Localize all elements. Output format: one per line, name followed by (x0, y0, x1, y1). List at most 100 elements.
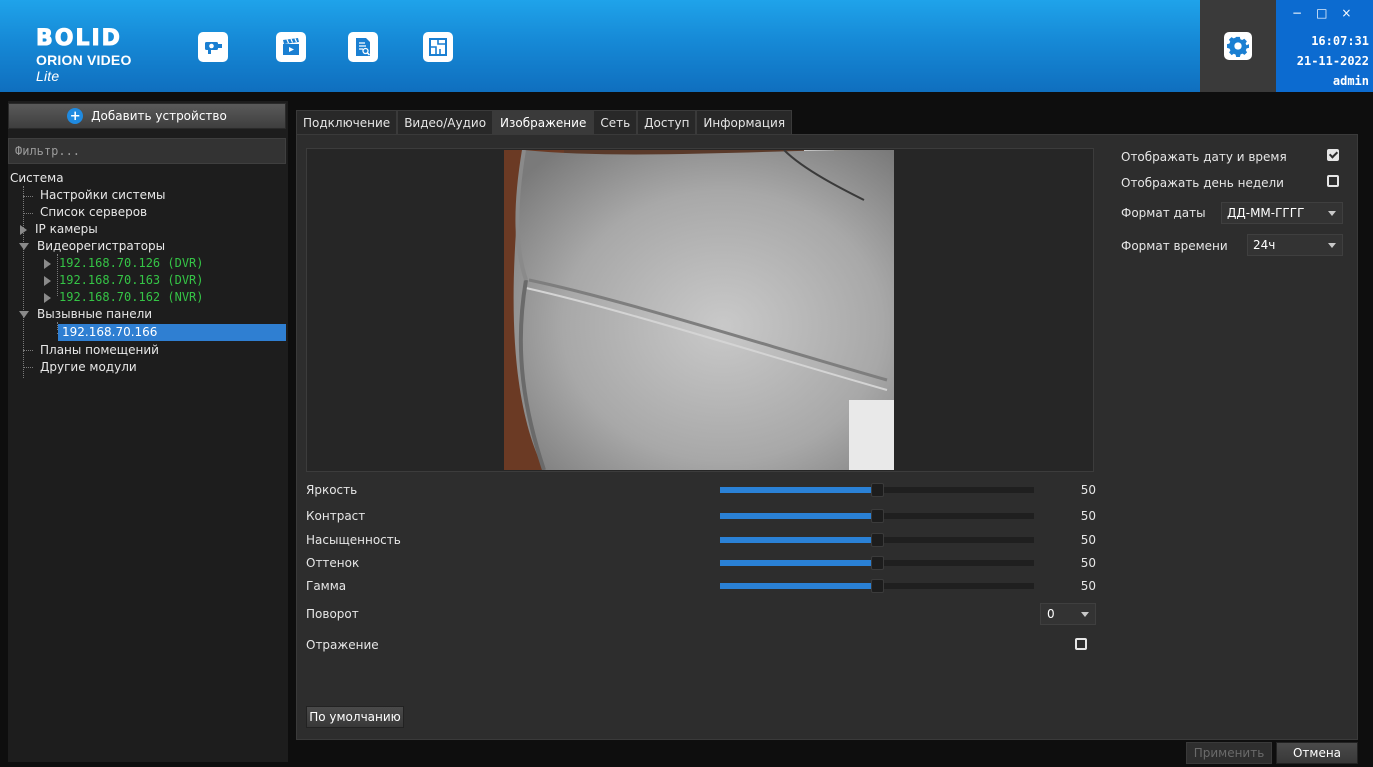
contrast-value: 50 (1080, 509, 1096, 523)
gamma-row: Гамма 50 (306, 579, 1096, 595)
chevron-down-icon (1328, 243, 1336, 248)
contrast-row: Контраст 50 (306, 509, 1096, 525)
show-weekday-checkbox[interactable] (1327, 175, 1339, 187)
brand-logo: BOLID ORION VIDEO Lite (36, 25, 154, 84)
mirror-checkbox[interactable] (1075, 638, 1087, 650)
reports-button[interactable] (348, 32, 378, 62)
tree-item-other-modules[interactable]: Другие модули (40, 359, 137, 376)
date-format-select[interactable]: ДД-ММ-ГГГГ (1221, 202, 1343, 224)
rotation-label: Поворот (306, 607, 359, 621)
tree-guide-line (23, 196, 33, 197)
mirror-label: Отражение (306, 638, 379, 652)
slider-handle[interactable] (871, 579, 884, 593)
tree-item-system[interactable]: Система (10, 170, 64, 187)
tree-item-dvr[interactable]: 192.168.70.126 (DVR) (44, 255, 204, 272)
tab-image[interactable]: Изображение (493, 110, 594, 134)
time-format-value: 24ч (1253, 238, 1276, 252)
hue-row: Оттенок 50 (306, 556, 1096, 572)
hue-slider[interactable] (720, 556, 1034, 570)
contrast-slider[interactable] (720, 509, 1034, 523)
maximize-button[interactable]: □ (1316, 6, 1327, 20)
clock-panel: − □ × 16:07:31 21-11-2022 admin (1276, 0, 1373, 92)
tree-item-dvrs[interactable]: Видеорегистраторы (19, 238, 165, 255)
slider-handle[interactable] (871, 533, 884, 547)
tree-guide-line (23, 367, 33, 368)
rotation-select[interactable]: 0 (1040, 603, 1096, 625)
floor-plans-button[interactable] (423, 32, 453, 62)
hue-value: 50 (1080, 556, 1096, 570)
filter-input[interactable]: Фильтр... (8, 138, 286, 164)
settings-tabs: Подключение Видео/Аудио Изображение Сеть… (296, 110, 793, 134)
gamma-label: Гамма (306, 579, 347, 593)
tab-video-audio[interactable]: Видео/Аудио (397, 110, 494, 134)
add-device-label: Добавить устройство (91, 109, 227, 123)
saturation-slider[interactable] (720, 533, 1034, 547)
tab-connection[interactable]: Подключение (296, 110, 398, 134)
time-format-select[interactable]: 24ч (1247, 234, 1343, 256)
tree-item-ip-cameras[interactable]: IP камеры (20, 221, 98, 238)
contrast-label: Контраст (306, 509, 366, 523)
video-clip-icon (283, 38, 299, 55)
close-button[interactable]: × (1341, 6, 1351, 20)
tab-information[interactable]: Информация (696, 110, 793, 134)
tree-item-call-panel-selected[interactable]: 192.168.70.166 (58, 324, 286, 341)
tree-item-floor-plans[interactable]: Планы помещений (40, 342, 159, 359)
date-format-label: Формат даты (1121, 206, 1206, 220)
add-device-button[interactable]: + Добавить устройство (8, 103, 286, 129)
clock-date: 21-11-2022 (1296, 54, 1369, 68)
default-button[interactable]: По умолчанию (306, 706, 404, 728)
tree-item-call-panels[interactable]: Вызывные панели (19, 306, 152, 323)
fisheye-view (504, 150, 894, 470)
camera-preview-image (504, 150, 894, 470)
collapse-arrow-icon[interactable] (19, 311, 29, 318)
tree-guide-line (23, 213, 33, 214)
cameras-button[interactable] (198, 32, 228, 62)
camera-icon (205, 42, 222, 54)
chevron-down-icon (1081, 612, 1089, 617)
saturation-label: Насыщенность (306, 533, 401, 547)
brand-title: ORION VIDEO Lite (36, 52, 132, 84)
saturation-row: Насыщенность 50 (306, 533, 1096, 549)
brightness-slider[interactable] (720, 483, 1034, 497)
tree-item-server-list[interactable]: Список серверов (40, 204, 147, 221)
expand-arrow-icon[interactable] (44, 258, 51, 269)
window-controls: − □ × (1292, 6, 1351, 20)
tab-access[interactable]: Доступ (637, 110, 697, 134)
expand-arrow-icon[interactable] (44, 292, 51, 303)
clock-time: 16:07:31 (1311, 34, 1369, 48)
slider-handle[interactable] (871, 509, 884, 523)
brightness-label: Яркость (306, 483, 358, 497)
gear-icon (1227, 36, 1249, 57)
tree-item-dvr[interactable]: 192.168.70.163 (DVR) (44, 272, 204, 289)
settings-button[interactable] (1224, 32, 1252, 60)
brightness-row: Яркость 50 (306, 483, 1096, 499)
gamma-value: 50 (1080, 579, 1096, 593)
expand-arrow-icon[interactable] (44, 275, 51, 286)
expand-arrow-icon[interactable] (20, 224, 27, 235)
hue-label: Оттенок (306, 556, 360, 570)
tree-item-system-settings[interactable]: Настройки системы (40, 187, 165, 204)
report-icon (356, 38, 371, 56)
chevron-down-icon (1328, 211, 1336, 216)
apply-button[interactable]: Применить (1186, 742, 1272, 764)
gamma-slider[interactable] (720, 579, 1034, 593)
time-format-label: Формат времени (1121, 239, 1228, 253)
slider-handle[interactable] (871, 556, 884, 570)
floor-plan-icon (429, 38, 447, 56)
settings-area (1200, 0, 1276, 92)
slider-handle[interactable] (871, 483, 884, 497)
collapse-arrow-icon[interactable] (19, 243, 29, 250)
brand-mark: BOLID (36, 25, 122, 51)
show-datetime-checkbox[interactable] (1327, 149, 1339, 161)
brightness-value: 50 (1080, 483, 1096, 497)
plus-icon: + (67, 108, 84, 124)
date-format-value: ДД-ММ-ГГГГ (1227, 206, 1305, 220)
tree-guide-line (23, 350, 33, 351)
cancel-button[interactable]: Отмена (1276, 742, 1358, 764)
show-weekday-label: Отображать день недели (1121, 176, 1284, 190)
tab-network[interactable]: Сеть (593, 110, 638, 134)
current-user: admin (1332, 74, 1369, 88)
tree-item-nvr[interactable]: 192.168.70.162 (NVR) (44, 289, 204, 306)
minimize-button[interactable]: − (1292, 6, 1302, 20)
archive-button[interactable] (276, 32, 306, 62)
